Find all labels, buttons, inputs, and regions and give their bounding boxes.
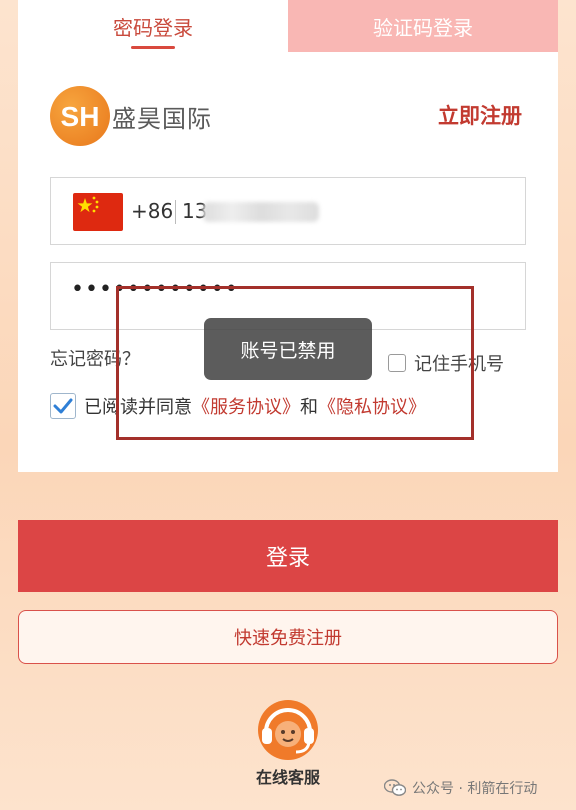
tab-code-login[interactable]: 验证码登录 [288,0,558,52]
active-tab-indicator [131,46,175,49]
login-tabs: 密码登录 验证码登录 [18,0,558,52]
phone-field[interactable]: +86 13 [50,177,526,245]
customer-service-headset-icon[interactable] [252,696,324,764]
field-divider [175,200,176,224]
watermark: 公众号 · 利箭在行动 [384,778,537,798]
wechat-icon [384,779,406,796]
quick-register-button[interactable]: 快速免费注册 [18,610,558,664]
brand-name: 盛昊国际 [112,104,212,133]
brand: SH 盛昊国际 [50,86,212,146]
phone-number-redacted [203,202,319,222]
tab-password-login-label: 密码登录 [113,15,193,40]
china-flag-icon[interactable] [73,193,123,231]
tab-password-login[interactable]: 密码登录 [18,0,288,52]
annotation-highlight-box [116,286,474,440]
register-now-link[interactable]: 立即注册 [438,100,522,130]
customer-service-label[interactable]: 在线客服 [250,764,326,788]
brand-logo-text: SH [61,101,100,132]
tab-code-login-label: 验证码登录 [373,15,473,40]
brand-logo: SH [50,86,110,146]
checkmark-icon [53,398,73,414]
login-button[interactable]: 登录 [18,520,558,592]
login-button-label: 登录 [265,546,310,571]
quick-register-label: 快速免费注册 [234,628,342,649]
country-code[interactable]: +86 [131,199,173,223]
watermark-text: 公众号 · 利箭在行动 [412,781,538,797]
agreement-checkbox[interactable] [50,393,76,419]
